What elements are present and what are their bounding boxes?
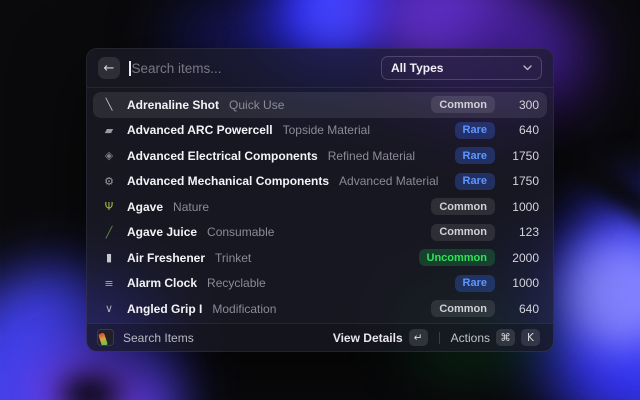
k-key-icon: K xyxy=(521,329,540,346)
chevron-down-icon xyxy=(523,65,532,71)
footer-divider xyxy=(439,332,440,344)
item-name: Advanced ARC Powercell xyxy=(127,123,273,137)
extension-icon xyxy=(97,329,114,346)
item-type: Topside Material xyxy=(283,123,370,137)
item-value: 640 xyxy=(506,123,539,137)
search-header: ← All Types xyxy=(87,49,553,88)
item-name: Agave Juice xyxy=(127,225,197,239)
item-type: Refined Material xyxy=(328,149,415,163)
item-name: Air Freshener xyxy=(127,251,205,265)
back-button[interactable]: ← xyxy=(98,57,120,79)
item-type: Modification xyxy=(212,302,276,316)
command-key-icon: ⌘ xyxy=(496,329,515,346)
list-item[interactable]: ◈ Advanced Electrical Components Refined… xyxy=(93,143,547,169)
rarity-badge: Uncommon xyxy=(419,249,496,266)
item-name: Advanced Electrical Components xyxy=(127,149,318,163)
angled-grip-icon: ∨ xyxy=(101,303,117,314)
list-item[interactable]: ╲ Adrenaline Shot Quick Use Common 300 xyxy=(93,92,547,118)
item-value: 2000 xyxy=(506,251,539,265)
rarity-badge: Rare xyxy=(455,173,495,190)
results-list: ╲ Adrenaline Shot Quick Use Common 300 ▰… xyxy=(87,88,553,323)
list-item[interactable]: ╱ Agave Juice Consumable Common 123 xyxy=(93,220,547,246)
bottle-icon: ╱ xyxy=(101,227,117,238)
rarity-badge: Rare xyxy=(455,275,495,292)
air-freshener-icon: ▮ xyxy=(101,252,117,263)
alarm-clock-icon: ≡ xyxy=(101,278,117,289)
command-palette-window: ← All Types ╲ Adrenaline Shot Quick Use … xyxy=(86,48,554,352)
list-item[interactable]: ▰ Advanced ARC Powercell Topside Materia… xyxy=(93,118,547,144)
item-value: 300 xyxy=(506,98,539,112)
rarity-badge: Common xyxy=(431,300,495,317)
item-value: 1750 xyxy=(506,174,539,188)
item-type: Nature xyxy=(173,200,209,214)
item-value: 1000 xyxy=(506,276,539,290)
item-name: Agave xyxy=(127,200,163,214)
powercell-icon: ▰ xyxy=(101,125,117,136)
search-input[interactable] xyxy=(132,61,373,76)
extension-label: Search Items xyxy=(123,331,194,345)
list-item[interactable]: ≡ Alarm Clock Recyclable Rare 1000 xyxy=(93,271,547,297)
item-name: Advanced Mechanical Components xyxy=(127,174,329,188)
view-details-label: View Details xyxy=(333,331,403,345)
actions-button[interactable]: Actions ⌘ K xyxy=(448,327,543,348)
rarity-badge: Common xyxy=(431,96,495,113)
item-name: Adrenaline Shot xyxy=(127,98,219,112)
item-value: 1000 xyxy=(506,200,539,214)
item-type: Quick Use xyxy=(229,98,284,112)
item-name: Alarm Clock xyxy=(127,276,197,290)
gear-icon: ⚙ xyxy=(101,176,117,187)
view-details-button[interactable]: View Details ↵ xyxy=(330,327,431,348)
list-item[interactable]: ∨ Angled Grip I Modification Common 640 xyxy=(93,296,547,322)
footer-bar: Search Items View Details ↵ Actions ⌘ K xyxy=(87,323,553,351)
item-type: Recyclable xyxy=(207,276,266,290)
item-name: Angled Grip I xyxy=(127,302,202,316)
list-item[interactable]: ⚙ Advanced Mechanical Components Advance… xyxy=(93,169,547,195)
rarity-badge: Common xyxy=(431,224,495,241)
list-item[interactable]: Ψ Agave Nature Common 1000 xyxy=(93,194,547,220)
agave-plant-icon: Ψ xyxy=(101,201,117,212)
return-key-icon: ↵ xyxy=(409,329,428,346)
rarity-badge: Rare xyxy=(455,122,495,139)
item-type: Trinket xyxy=(215,251,251,265)
item-type: Advanced Material xyxy=(339,174,438,188)
type-filter-value: All Types xyxy=(391,61,443,75)
item-value: 123 xyxy=(506,225,539,239)
rarity-badge: Common xyxy=(431,198,495,215)
search-field xyxy=(129,61,372,76)
syringe-icon: ╲ xyxy=(101,99,117,110)
item-type: Consumable xyxy=(207,225,274,239)
rarity-badge: Rare xyxy=(455,147,495,164)
actions-label: Actions xyxy=(451,331,490,345)
item-value: 1750 xyxy=(506,149,539,163)
type-filter-dropdown[interactable]: All Types xyxy=(381,56,542,80)
electrical-components-icon: ◈ xyxy=(101,150,117,161)
text-caret xyxy=(129,61,131,76)
list-item[interactable]: ▮ Air Freshener Trinket Uncommon 2000 xyxy=(93,245,547,271)
item-value: 640 xyxy=(506,302,539,316)
